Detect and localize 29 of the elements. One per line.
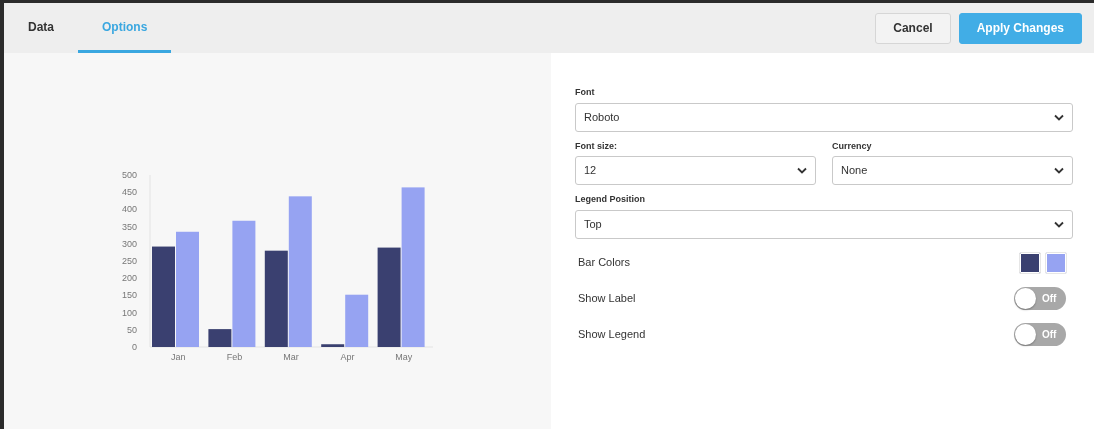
dropdown-field[interactable]: None <box>832 156 1073 185</box>
field-label: Font <box>575 86 596 99</box>
y-axis-label: 450 <box>121 187 137 198</box>
dropdown-field[interactable]: Top <box>575 209 1073 239</box>
field-label: Font size: <box>575 139 618 153</box>
x-axis-label: May <box>395 352 413 362</box>
x-axis-label: Feb <box>226 352 243 362</box>
option-label: Bar Colors <box>578 255 630 271</box>
y-axis-label: 300 <box>121 238 137 249</box>
y-axis-label: 200 <box>121 273 137 284</box>
dropdown-field[interactable]: Roboto <box>575 102 1073 132</box>
option-label: Show Label <box>578 290 636 306</box>
dropdown-field[interactable]: 12 <box>575 156 816 185</box>
tab[interactable]: Data <box>4 3 78 53</box>
x-axis-label: Jan <box>170 352 186 362</box>
option-label: Show Legend <box>578 326 646 342</box>
y-axis-label: 350 <box>121 221 137 232</box>
y-axis-label: 100 <box>121 307 137 318</box>
x-axis-label: Apr <box>340 352 355 362</box>
y-axis-label: 400 <box>121 204 137 215</box>
y-axis-label: 50 <box>127 324 137 335</box>
y-axis-label: 500 <box>121 170 137 180</box>
y-axis-label: 250 <box>121 256 137 266</box>
field-label: Currency <box>832 139 873 153</box>
y-axis-label: 0 <box>132 342 137 352</box>
y-axis-label: 150 <box>121 290 137 301</box>
cancel-button[interactable]: Cancel <box>875 12 951 44</box>
x-axis-label: Mar <box>283 352 299 362</box>
field-label: Legend Position <box>575 193 646 206</box>
